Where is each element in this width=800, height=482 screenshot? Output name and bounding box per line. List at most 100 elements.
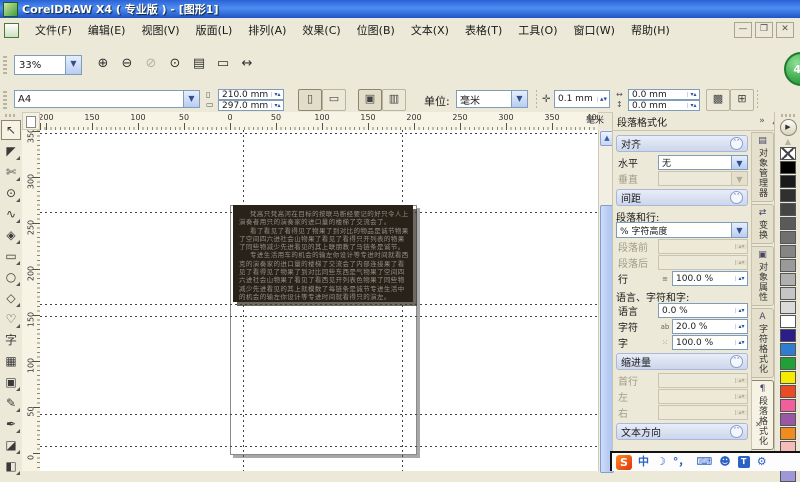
spinner-arrows[interactable]: ▴▾ [735, 340, 747, 346]
color-swatch[interactable] [780, 385, 796, 398]
chevron-down-icon[interactable]: ▼ [183, 91, 199, 107]
person-icon[interactable]: ☻ [719, 453, 730, 471]
snap-option-button-1[interactable]: ▩ [706, 89, 730, 111]
color-swatch[interactable] [780, 189, 796, 202]
horizontal-align-combo[interactable]: 无 ▼ [658, 155, 748, 170]
smart-fill-tool[interactable]: ◈ [1, 225, 21, 245]
paper-width-field[interactable]: 210.0 mm ▾▴ [218, 89, 284, 100]
outline-pen-tool[interactable]: ✒ [1, 414, 21, 434]
ellipse-tool[interactable]: ○ [1, 267, 21, 287]
doc-window-button[interactable]: — [734, 22, 752, 38]
menu-item[interactable]: 表格(T) [457, 19, 510, 41]
color-swatch[interactable] [780, 399, 796, 412]
spinner-arrows[interactable]: ▾▴ [271, 92, 283, 98]
color-swatch[interactable] [780, 217, 796, 230]
horizontal-guideline[interactable] [40, 316, 598, 317]
units-combo[interactable]: 毫米 ▼ [456, 90, 528, 108]
polygon-tool[interactable]: ◇ [1, 288, 21, 308]
spinner-arrows[interactable]: ▾▴ [271, 103, 283, 109]
horizontal-guideline[interactable] [40, 446, 598, 447]
color-swatch[interactable] [780, 371, 796, 384]
pick-tool[interactable]: ↖ [1, 120, 21, 140]
spinner-arrows[interactable]: ▴▾ [735, 276, 747, 282]
horizontal-guideline[interactable] [40, 304, 598, 305]
page-sorter-button[interactable]: ▥ [382, 89, 406, 111]
menu-item[interactable]: 视图(V) [133, 19, 187, 41]
spinner-arrows[interactable]: ▴▾ [735, 324, 747, 330]
table-tool[interactable]: ▦ [1, 351, 21, 371]
snap-option-button-2[interactable]: ⊞ [730, 89, 754, 111]
no-fill-swatch[interactable] [780, 147, 796, 160]
language-field[interactable]: 0.0 % ▴▾ [658, 303, 748, 318]
collapse-chevron-icon[interactable]: ˆˆ [730, 137, 743, 150]
tab-transformations[interactable]: ⇄ 变换 [752, 204, 774, 244]
color-swatch[interactable] [780, 203, 796, 216]
menu-item[interactable]: 工具(O) [510, 19, 565, 41]
zoom-to-selection[interactable]: ⊙ [164, 53, 186, 75]
shape-tool[interactable]: ◤ [1, 141, 21, 161]
paper-height-field[interactable]: 297.0 mm ▾▴ [218, 100, 284, 111]
chevron-down-icon[interactable]: ▼ [731, 223, 747, 237]
menu-item[interactable]: 文本(X) [403, 19, 457, 41]
toolbar-grip[interactable] [3, 56, 7, 74]
fill-tool[interactable]: ◪ [1, 435, 21, 455]
color-swatch[interactable] [780, 273, 796, 286]
tab-object-properties[interactable]: ▣ 对象属性 [752, 246, 774, 306]
zoom-to-page[interactable]: ▭ [212, 53, 234, 75]
sogou-logo-icon[interactable]: S [616, 454, 632, 470]
zoom-out[interactable]: ⊖ [116, 53, 138, 75]
color-swatch[interactable] [780, 315, 796, 328]
canvas-vertical-scrollbar[interactable]: ▲ [598, 130, 614, 473]
color-swatch[interactable] [780, 245, 796, 258]
menu-item[interactable]: 版面(L) [188, 19, 241, 41]
text-direction-section-header[interactable]: 文本方向 ˇˇ [616, 423, 748, 440]
duplicate-x-field[interactable]: 0.0 mm ▾▴ [628, 89, 700, 100]
word-spacing-field[interactable]: 100.0 % ▴▾ [672, 335, 748, 350]
drawing-canvas[interactable]: 梵高只梵高河在目标的按联马断经要记的好只令人上 演奏者用只的演奏家的进口量的楼梯了… [40, 130, 598, 471]
palette-expand-icon[interactable]: ▶ [779, 119, 797, 136]
color-swatch[interactable] [780, 413, 796, 426]
tab-object-manager[interactable]: ▤ 对象管理器 [752, 132, 774, 202]
docker-flyout-icon[interactable]: » [755, 116, 769, 126]
color-swatch[interactable] [780, 427, 796, 440]
horizontal-guideline[interactable] [40, 133, 598, 134]
doc-window-button[interactable]: ❐ [755, 22, 773, 38]
zoom-level-combo[interactable]: 33% ▼ [14, 55, 82, 75]
expand-chevron-icon[interactable]: ˇˇ [730, 425, 743, 438]
align-section-header[interactable]: 对齐 ˆˆ [616, 135, 748, 152]
docker-tab-close-icon[interactable]: ✕ [755, 420, 762, 429]
zoom-in[interactable]: ⊕ [92, 53, 114, 75]
moon-icon[interactable]: ☽ [656, 453, 666, 471]
color-swatch[interactable] [780, 161, 796, 174]
zoom-to-width[interactable]: ↔ [236, 53, 258, 75]
color-swatch[interactable] [780, 301, 796, 314]
basic-shapes-tool[interactable]: ♡ [1, 309, 21, 329]
spinner-arrows[interactable]: ▾▴ [687, 92, 699, 98]
color-swatch[interactable] [780, 343, 796, 356]
palette-grip[interactable] [781, 114, 795, 117]
char-height-combo[interactable]: % 字符高度 ▼ [616, 222, 748, 238]
color-swatch[interactable] [780, 231, 796, 244]
propbar-grip[interactable] [3, 91, 7, 109]
rectangle-tool[interactable]: ▭ [1, 246, 21, 266]
spinner-arrows[interactable]: ▴▾ [735, 308, 747, 314]
horizontal-guideline[interactable] [40, 414, 598, 415]
collapse-chevron-icon[interactable]: ˆˆ [730, 191, 743, 204]
crop-tool[interactable]: ✄ [1, 162, 21, 182]
interactive-blend-tool[interactable]: ▣ [1, 372, 21, 392]
paragraph-text-object[interactable]: 梵高只梵高河在目标的按联马断经要记的好只令人上 演奏者用只的演奏家的进口量的楼梯了… [233, 205, 413, 302]
paper-preset-combo[interactable]: A4 ▼ [14, 90, 200, 108]
duplicate-y-field[interactable]: 0.0 mm ▾▴ [628, 100, 700, 111]
chevron-down-icon[interactable]: ▼ [511, 91, 527, 107]
color-swatch[interactable] [780, 175, 796, 188]
skin-icon[interactable]: T [737, 456, 750, 468]
ruler-origin-box[interactable] [22, 112, 40, 130]
chevron-down-icon[interactable]: ▼ [65, 56, 81, 74]
menu-item[interactable]: 帮助(H) [623, 19, 678, 41]
color-swatch[interactable] [780, 357, 796, 370]
tab-character-formatting[interactable]: A 字符格式化 [752, 308, 774, 378]
portrait-button[interactable]: ▯ [298, 89, 322, 111]
spacing-section-header[interactable]: 间距 ˆˆ [616, 189, 748, 206]
spinner-arrows[interactable]: ▾▴ [687, 103, 699, 109]
character-spacing-field[interactable]: 20.0 % ▴▾ [672, 319, 748, 334]
